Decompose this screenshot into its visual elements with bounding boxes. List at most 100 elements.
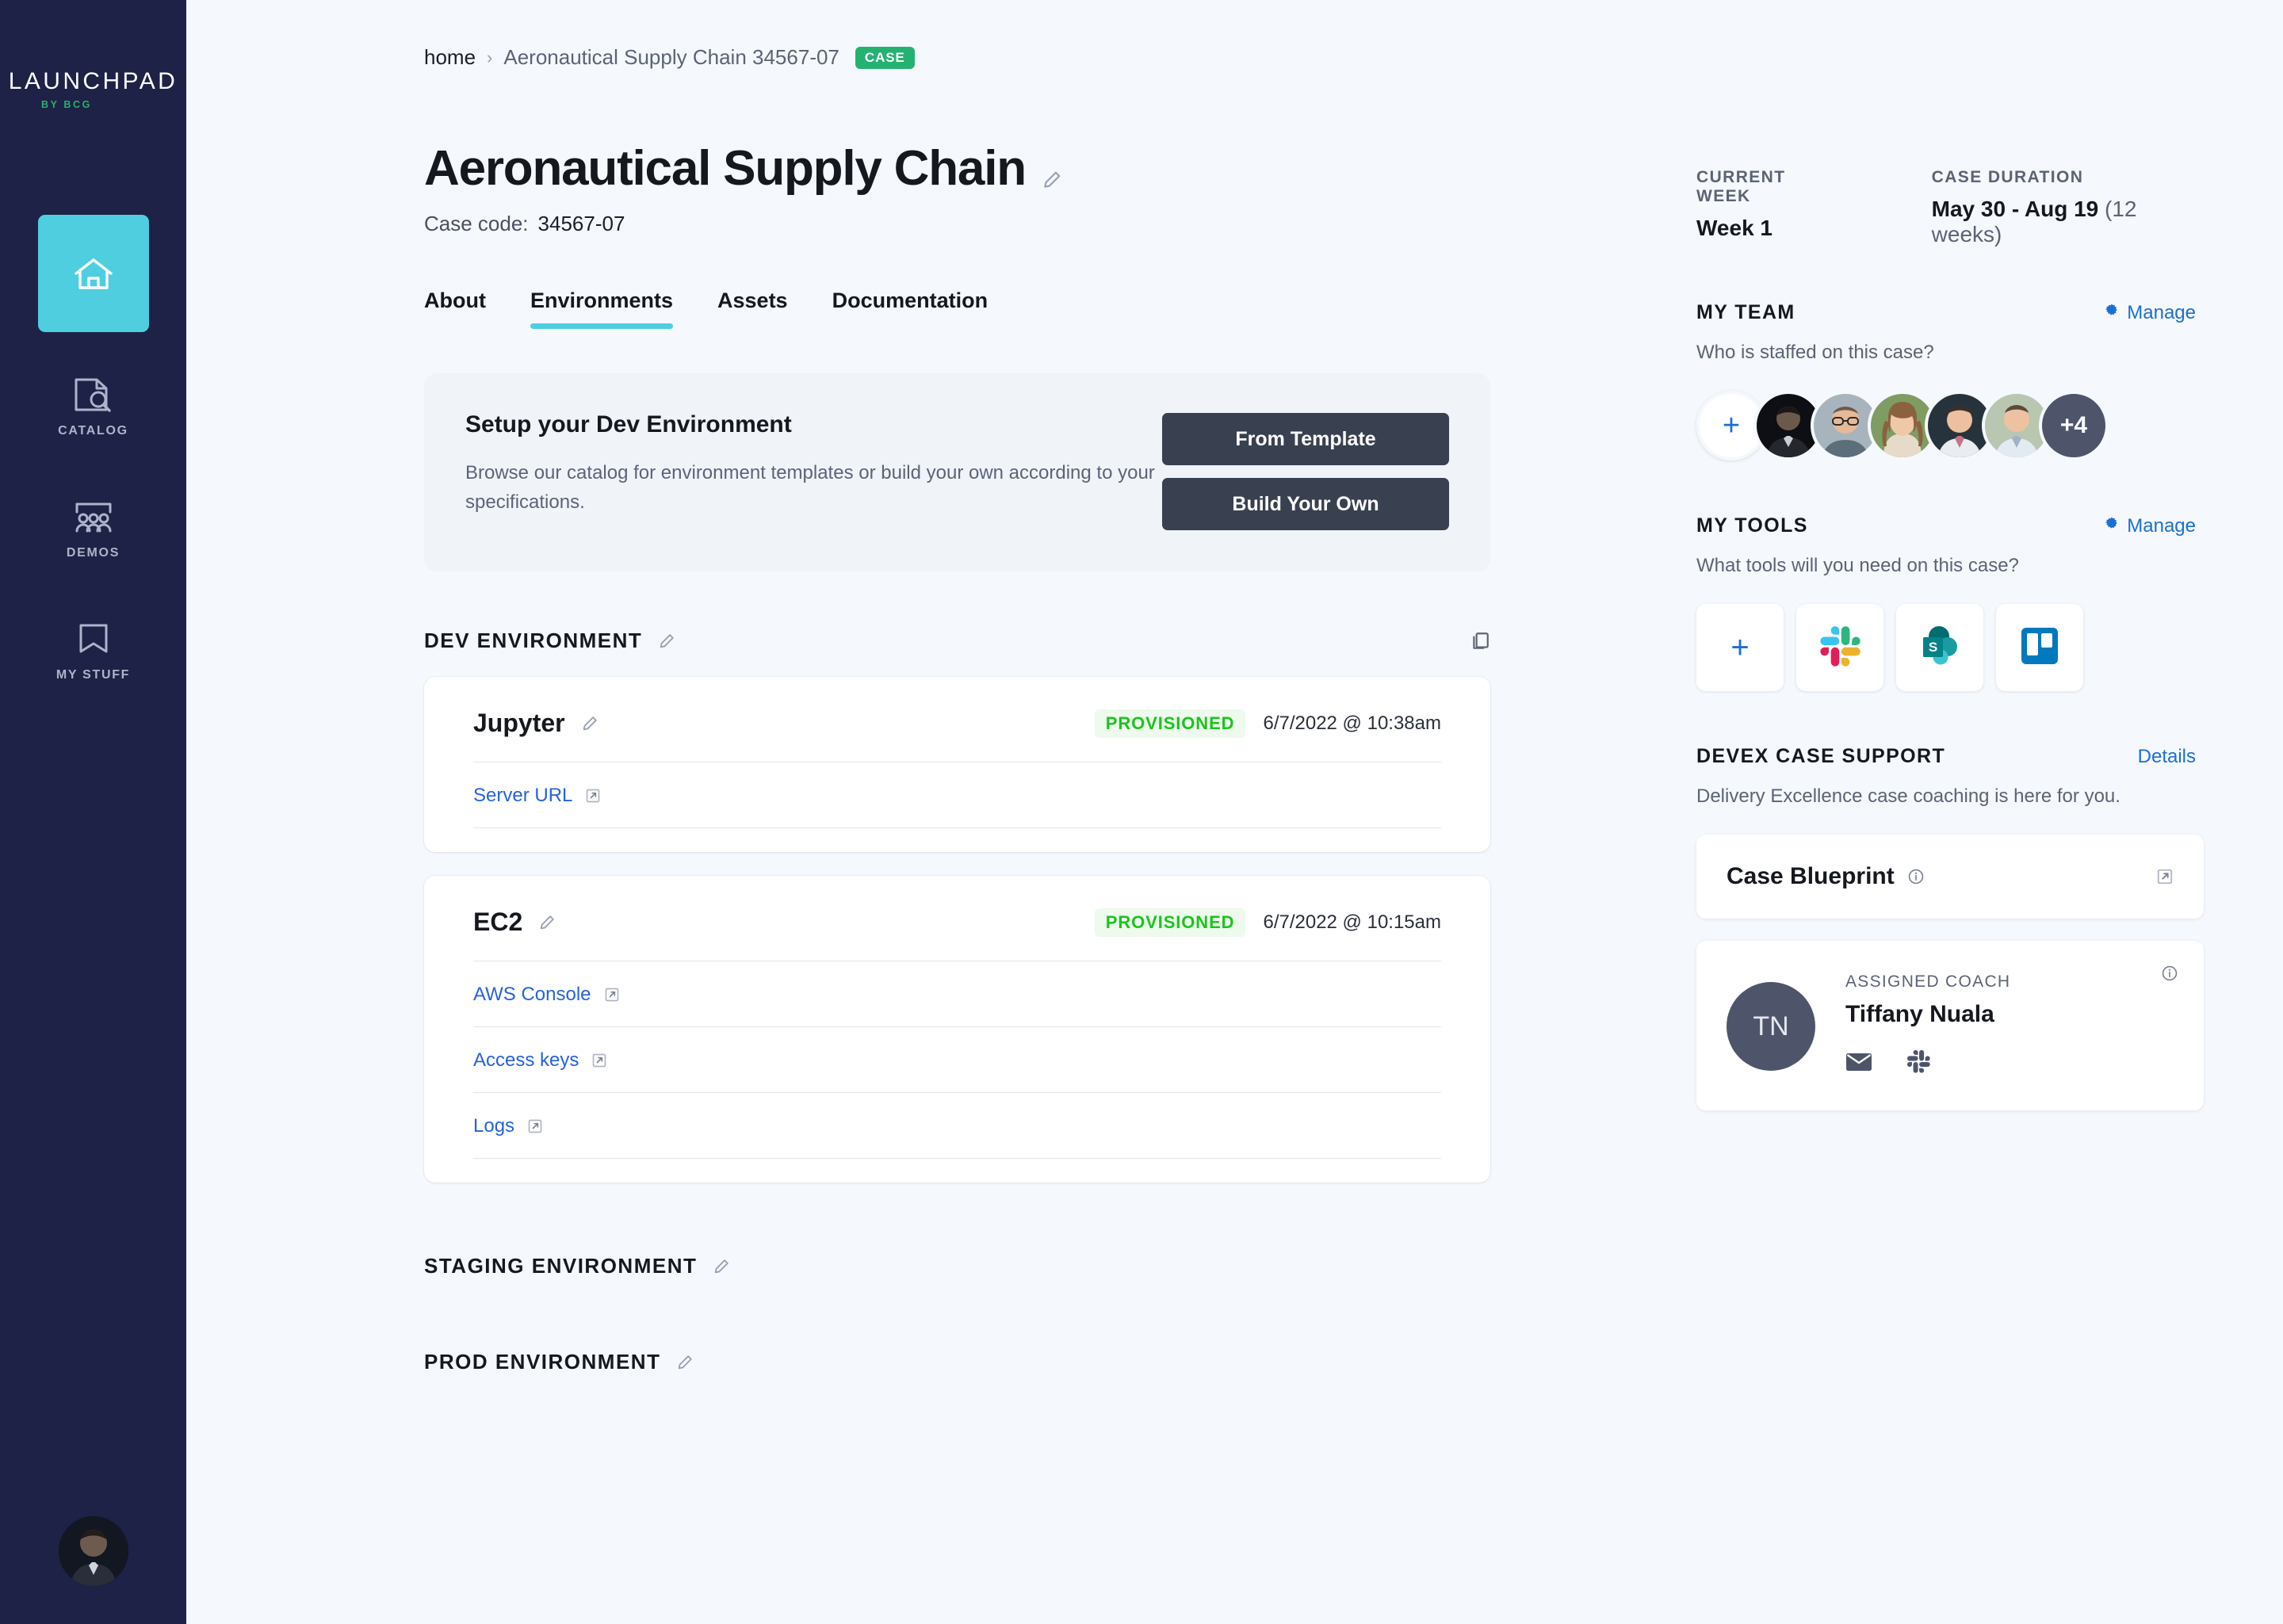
sidebar-item-label-my-stuff: MY STUFF: [55, 668, 131, 682]
coach-contact-actions: [1845, 1049, 2010, 1074]
external-link-icon[interactable]: [591, 1053, 607, 1068]
right-rail: CURRENT WEEK Week 1 CASE DURATION May 30…: [1673, 0, 2283, 1110]
tool-sharepoint[interactable]: S: [1896, 604, 1983, 691]
sidebar-item-my-stuff[interactable]: MY STUFF: [38, 614, 149, 682]
prod-environment-title: PROD ENVIRONMENT: [424, 1350, 661, 1374]
email-icon[interactable]: [1845, 1051, 1872, 1072]
manage-team-button[interactable]: Manage: [2104, 302, 2196, 324]
case-blueprint-card[interactable]: Case Blueprint: [1696, 835, 2204, 919]
tool-slack[interactable]: [1796, 604, 1883, 691]
case-code-label: Case code:: [424, 212, 529, 236]
team-overflow-count[interactable]: +4: [2039, 391, 2109, 460]
sidebar-nav: CATALOG DEMOS MY STUFF: [0, 215, 186, 736]
team-avatars: + +4: [1696, 391, 2196, 460]
case-duration-value: May 30 - Aug 19 (12 weeks): [1932, 197, 2196, 247]
environment-links: Server URL: [473, 762, 1441, 829]
app-logo[interactable]: LAUNCHPAD BY BCG: [0, 68, 186, 111]
external-link-icon[interactable]: [527, 1118, 543, 1134]
sidebar-item-label-catalog: CATALOG: [58, 424, 128, 438]
team-overflow-label: +4: [2059, 412, 2088, 438]
user-avatar[interactable]: [58, 1516, 128, 1586]
copy-icon[interactable]: [1470, 631, 1490, 652]
case-duration-label: CASE DURATION: [1931, 168, 2084, 186]
main-column: Aeronautical Supply Chain Case code: 3456…: [424, 0, 1661, 1374]
sharepoint-icon: S: [1917, 623, 1963, 673]
devex-case-support-subtitle: Delivery Excellence case coaching is her…: [1696, 785, 2120, 807]
assigned-coach-label: ASSIGNED COACH: [1845, 972, 2011, 991]
manage-team-label: Manage: [2127, 301, 2196, 323]
logo-primary-text: LAUNCHPAD: [8, 68, 178, 94]
slack-contact-icon[interactable]: [1906, 1049, 1931, 1074]
list-item: Access keys: [473, 1026, 1441, 1092]
environment-card-ec2: EC2 PROVISIONED 6/7/2022 @ 10:15am AWS C…: [424, 876, 1490, 1183]
tab-documentation[interactable]: Documentation: [832, 288, 989, 329]
build-your-own-button[interactable]: Build Your Own: [1162, 478, 1449, 531]
current-week-label: CURRENT WEEK: [1696, 168, 1786, 205]
status-badge: PROVISIONED: [1094, 908, 1246, 937]
staging-environment-title: STAGING ENVIRONMENT: [424, 1254, 698, 1278]
home-icon: [71, 249, 116, 298]
my-team-section: MY TEAM Manage Who is staffed on this ca…: [1696, 301, 2196, 460]
environment-link-logs[interactable]: Logs: [473, 1115, 514, 1137]
manage-tools-label: Manage: [2127, 514, 2196, 537]
my-tools-header: MY TOOLS Manage: [1696, 514, 2196, 537]
tools-list: + S: [1696, 604, 2196, 691]
environment-timestamp: 6/7/2022 @ 10:38am: [1263, 712, 1441, 734]
environment-links: AWS Console Access keys Logs: [473, 961, 1441, 1160]
environment-name: Jupyter: [473, 709, 565, 738]
external-link-icon[interactable]: [2156, 868, 2174, 885]
external-link-icon[interactable]: [585, 788, 601, 804]
edit-staging-environment-pencil-icon[interactable]: [713, 1258, 730, 1275]
app-root: LAUNCHPAD BY BCG CATALOG DEMOS MY STUFF …: [0, 0, 2283, 1624]
edit-title-pencil-icon[interactable]: [1042, 170, 1062, 190]
case-code-value: 34567-07: [537, 212, 625, 236]
tab-environments[interactable]: Environments: [530, 288, 674, 330]
devex-case-support-title: DEVEX CASE SUPPORT: [1696, 745, 1946, 767]
info-icon[interactable]: [2161, 965, 2178, 986]
from-template-button[interactable]: From Template: [1162, 413, 1449, 466]
setup-card-title: Setup your Dev Environment: [465, 411, 792, 438]
prod-environment-section-header: PROD ENVIRONMENT: [424, 1350, 1661, 1374]
add-tool-button[interactable]: +: [1696, 604, 1784, 691]
dev-environment-section-header: DEV ENVIRONMENT: [424, 629, 1490, 653]
edit-environment-pencil-icon[interactable]: [581, 715, 598, 732]
environment-name: EC2: [473, 908, 523, 937]
gear-icon: [2104, 515, 2120, 537]
environment-link-server-url[interactable]: Server URL: [473, 785, 572, 807]
coach-info: ASSIGNED COACH Tiffany Nuala: [1845, 972, 2010, 1074]
case-meta: CURRENT WEEK Week 1 CASE DURATION May 30…: [1696, 168, 2196, 247]
my-tools-subtitle: What tools will you need on this case?: [1696, 555, 2019, 576]
edit-prod-environment-pencil-icon[interactable]: [676, 1354, 694, 1371]
environment-link-aws-console[interactable]: AWS Console: [473, 984, 591, 1006]
case-blueprint-title: Case Blueprint: [1727, 863, 1895, 889]
sidebar-item-catalog[interactable]: CATALOG: [38, 370, 149, 438]
bookmark-icon: [75, 614, 112, 663]
my-tools-title: MY TOOLS: [1696, 514, 1808, 537]
sidebar-item-label-demos: DEMOS: [66, 546, 120, 560]
list-item: Server URL: [473, 762, 1441, 827]
sidebar-item-demos[interactable]: DEMOS: [38, 492, 149, 560]
tab-about[interactable]: About: [424, 288, 486, 329]
my-team-header: MY TEAM Manage: [1696, 301, 2196, 324]
external-link-icon[interactable]: [604, 987, 620, 1003]
page-title: Aeronautical Supply Chain: [424, 141, 1027, 196]
environment-link-access-keys[interactable]: Access keys: [473, 1049, 579, 1072]
info-icon[interactable]: [1907, 868, 1925, 885]
devex-details-link[interactable]: Details: [2138, 746, 2196, 768]
page-content: home › Aeronautical Supply Chain 34567-0…: [186, 0, 2283, 1624]
assigned-coach-name: Tiffany Nuala: [1845, 1001, 1994, 1027]
sidebar-item-home[interactable]: [37, 215, 149, 332]
environment-timestamp: 6/7/2022 @ 10:15am: [1263, 911, 1441, 933]
plus-icon: +: [1722, 408, 1741, 442]
edit-dev-environment-pencil-icon[interactable]: [658, 632, 675, 650]
list-item: Logs: [473, 1092, 1441, 1158]
tool-trello[interactable]: [1996, 604, 2083, 691]
manage-tools-button[interactable]: Manage: [2104, 515, 2196, 537]
case-code: Case code: 34567-07: [424, 212, 1661, 236]
devex-case-support-header: DEVEX CASE SUPPORT Details: [1696, 745, 2196, 768]
edit-environment-pencil-icon[interactable]: [538, 914, 556, 931]
my-tools-section: MY TOOLS Manage What tools will you need…: [1696, 514, 2196, 691]
tab-assets[interactable]: Assets: [717, 288, 788, 329]
assigned-coach-card: TN ASSIGNED COACH Tiffany Nuala: [1696, 941, 2204, 1110]
gear-icon: [2104, 302, 2120, 324]
